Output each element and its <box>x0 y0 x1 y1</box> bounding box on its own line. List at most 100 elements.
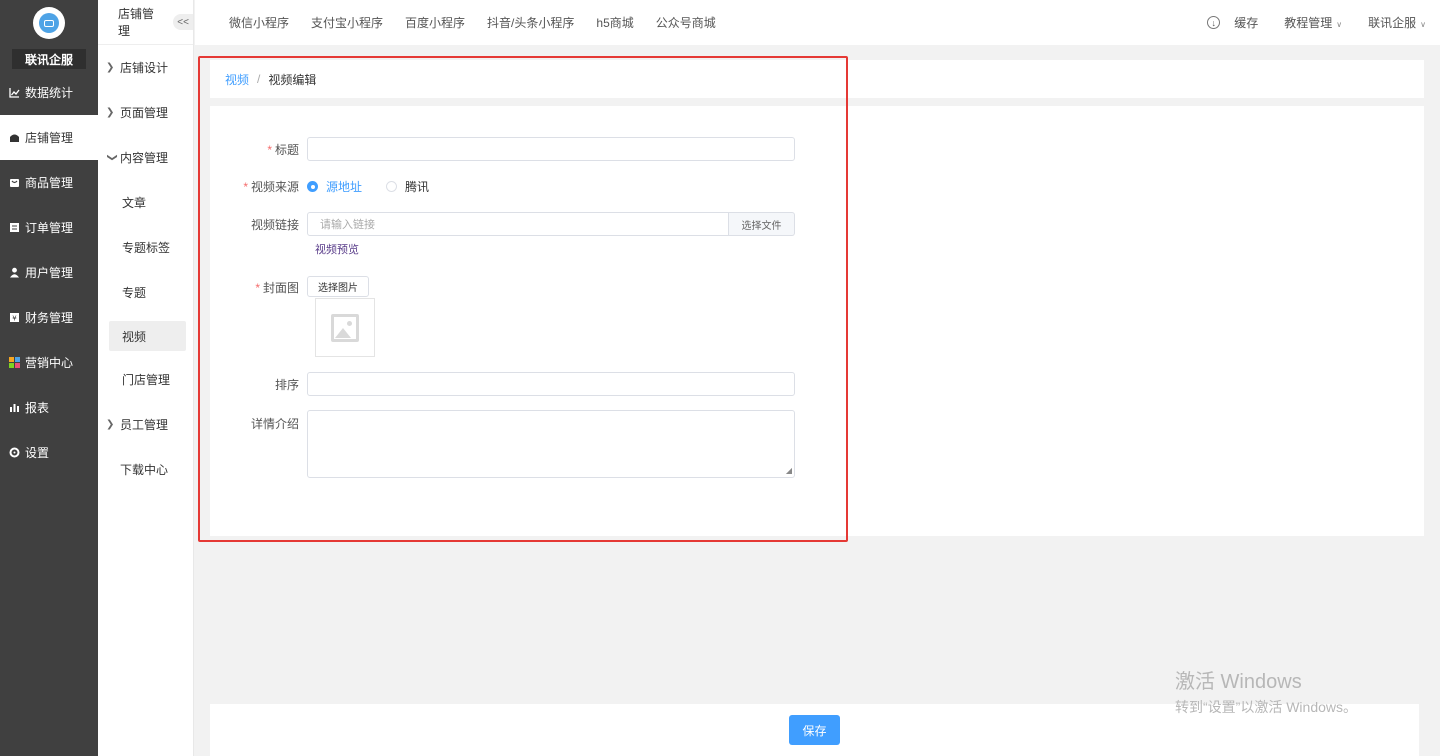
tab-official-account-mall[interactable]: 公众号商城 <box>656 14 716 31</box>
download-icon[interactable]: ↓ <box>1207 16 1221 29</box>
required-mark: * <box>255 281 260 295</box>
title-label-text: 标题 <box>274 142 299 157</box>
windows-activation-watermark: 激活 Windows 转到“设置”以激活 Windows。 <box>1175 670 1357 719</box>
logo-area: 联讯企服 <box>0 0 98 70</box>
chevron-down-icon: ∨ <box>1420 20 1426 29</box>
image-placeholder-icon <box>331 313 359 342</box>
breadcrumb-separator: / <box>257 72 261 86</box>
subbar-item-label: 内容管理 <box>120 151 169 165</box>
order-icon <box>9 222 20 233</box>
sidebar-item-settings[interactable]: 设置 <box>0 430 98 475</box>
form-row-cover: * 封面图 选择图片 <box>210 276 369 297</box>
cover-label-text: 封面图 <box>262 281 299 295</box>
tab-baidu-miniprogram[interactable]: 百度小程序 <box>405 14 465 31</box>
choose-file-button[interactable]: 选择文件 <box>729 212 795 236</box>
sub-sidebar: 店铺管理 << ❯ 店铺设计 ❯ 页面管理 ❯ 内容管理 文章 专题标签 专题 … <box>98 0 194 756</box>
link-input-group: 请输入链接 选择文件 <box>307 212 795 236</box>
subbar-item-store-manage[interactable]: 门店管理 <box>98 357 193 402</box>
title-label: * 标题 <box>210 141 307 158</box>
radio-source-tencent[interactable]: 腾讯 <box>386 178 429 195</box>
subbar-item-video[interactable]: 视频 <box>109 321 186 351</box>
subbar-item-page-manage[interactable]: ❯ 页面管理 <box>98 90 193 135</box>
sidebar-item-label: 设置 <box>25 446 50 460</box>
subbar-item-content-manage[interactable]: ❯ 内容管理 <box>98 135 193 180</box>
subbar-item-label: 下载中心 <box>120 463 169 477</box>
cache-button[interactable]: 缓存 <box>1234 14 1258 31</box>
video-preview-link[interactable]: 视频预览 <box>315 241 359 257</box>
cover-label: * 封面图 <box>210 276 307 296</box>
required-mark: * <box>243 180 248 194</box>
video-edit-form: * 标题 * 视频来源 源地址 腾讯 视频链接 请输入链接 选择文件 视频预览 * 封… <box>210 106 1424 536</box>
collapse-button[interactable]: << <box>173 14 193 30</box>
sidebar-item-store-manage[interactable]: 店铺管理 <box>0 115 98 160</box>
detail-textarea[interactable]: ◢ <box>307 410 795 478</box>
breadcrumb-current: 视频编辑 <box>268 72 317 87</box>
source-label: * 视频来源 <box>210 178 307 195</box>
subbar-item-staff-manage[interactable]: ❯ 员工管理 <box>98 402 193 447</box>
subbar-title: 店铺管理 <box>118 7 155 38</box>
top-right-actions: ↓ 缓存 教程管理 ∨ 联讯企服 ∨ <box>1181 0 1426 45</box>
sidebar-item-marketing-center[interactable]: 营销中心 <box>0 340 98 385</box>
detail-label: 详情介绍 <box>250 417 299 431</box>
breadcrumb-parent-link[interactable]: 视频 <box>225 71 249 88</box>
tab-wechat-miniprogram[interactable]: 微信小程序 <box>229 14 289 31</box>
account-label: 联讯企服 <box>1368 16 1417 30</box>
tab-alipay-miniprogram[interactable]: 支付宝小程序 <box>311 14 383 31</box>
sidebar-item-label: 报表 <box>25 401 50 415</box>
subbar-item-article[interactable]: 文章 <box>98 180 193 225</box>
subbar-item-label: 页面管理 <box>120 106 169 120</box>
watermark-line1: 激活 Windows <box>1175 671 1302 693</box>
video-link-input[interactable]: 请输入链接 <box>307 212 729 236</box>
chevron-down-icon: ∨ <box>1336 20 1343 29</box>
choose-image-button[interactable]: 选择图片 <box>307 276 369 297</box>
title-input[interactable] <box>307 137 795 161</box>
save-button[interactable]: 保存 <box>789 715 840 745</box>
sidebar-item-goods-manage[interactable]: 商品管理 <box>0 160 98 205</box>
report-icon <box>9 402 20 413</box>
resize-handle-icon[interactable]: ◢ <box>786 467 792 475</box>
svg-text:¥: ¥ <box>12 315 17 323</box>
sidebar-item-label: 财务管理 <box>25 311 74 325</box>
sort-label: 排序 <box>274 377 299 392</box>
brand-name: 联讯企服 <box>12 49 86 69</box>
sidebar-item-label: 营销中心 <box>25 356 74 370</box>
sidebar-item-label: 订单管理 <box>25 221 74 235</box>
subbar-header: 店铺管理 << <box>98 0 193 45</box>
shop-icon <box>9 132 20 143</box>
radio-source-url[interactable]: 源地址 <box>307 178 362 195</box>
marketing-icon <box>9 357 20 368</box>
watermark-line2: 转到“设置”以激活 Windows。 <box>1175 699 1358 715</box>
goods-icon <box>9 177 20 188</box>
subbar-item-download-center[interactable]: 下载中心 <box>98 447 193 492</box>
sidebar-item-label: 用户管理 <box>25 266 74 280</box>
link-label: 视频链接 <box>250 217 299 232</box>
cover-thumbnail[interactable] <box>315 298 375 357</box>
account-menu[interactable]: 联讯企服 ∨ <box>1368 14 1426 31</box>
subbar-item-topic[interactable]: 专题 <box>98 270 193 315</box>
form-row-link: 视频链接 请输入链接 选择文件 <box>210 212 795 236</box>
sidebar-item-report[interactable]: 报表 <box>0 385 98 430</box>
radio-label: 腾讯 <box>405 180 430 194</box>
required-mark: * <box>267 142 272 157</box>
sidebar-item-data-stats[interactable]: 数据统计 <box>0 70 98 115</box>
radio-dot-icon <box>386 181 398 192</box>
subbar-item-label: 员工管理 <box>120 418 169 432</box>
radio-dot-icon <box>307 181 318 192</box>
subbar-item-store-design[interactable]: ❯ 店铺设计 <box>98 45 193 90</box>
chevron-right-icon: ❯ <box>106 107 115 118</box>
sort-input[interactable] <box>307 372 795 396</box>
source-label-text: 视频来源 <box>250 180 299 194</box>
user-icon <box>9 267 20 278</box>
subbar-item-topic-tag[interactable]: 专题标签 <box>98 225 193 270</box>
tab-douyin-miniprogram[interactable]: 抖音/头条小程序 <box>487 14 574 31</box>
tab-h5-mall[interactable]: h5商城 <box>596 14 633 31</box>
breadcrumb: 视频 / 视频编辑 <box>210 60 1424 98</box>
tutorial-label: 教程管理 <box>1284 16 1333 30</box>
sidebar-item-user-manage[interactable]: 用户管理 <box>0 250 98 295</box>
tutorial-menu[interactable]: 教程管理 ∨ <box>1284 14 1342 31</box>
sidebar-item-finance-manage[interactable]: ¥ 财务管理 <box>0 295 98 340</box>
form-row-title: * 标题 <box>210 137 795 161</box>
radio-label: 源地址 <box>326 180 363 194</box>
form-row-source: * 视频来源 源地址 腾讯 <box>210 178 453 195</box>
sidebar-item-order-manage[interactable]: 订单管理 <box>0 205 98 250</box>
